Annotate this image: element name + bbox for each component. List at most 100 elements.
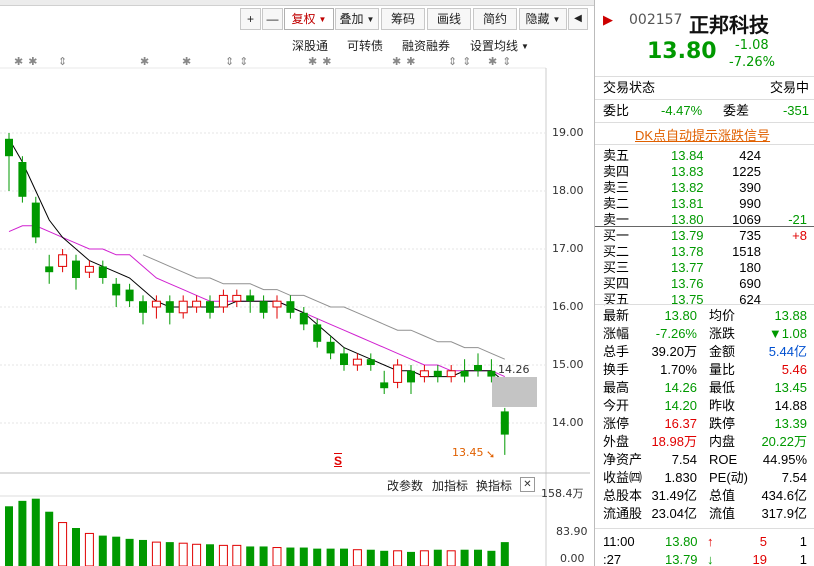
sell-order-price: 13.83 xyxy=(671,164,704,179)
candle[interactable] xyxy=(326,341,335,354)
stats-row: 外盘 18.98万 内盘 20.22万 xyxy=(601,434,809,450)
candle[interactable] xyxy=(259,301,268,313)
trading-window: { "toolbar": { "plus": "+", "minus": "—"… xyxy=(0,0,814,566)
price-axis-tick: 18.00 xyxy=(552,184,584,197)
stat-label: PE(动) xyxy=(709,470,749,485)
sell-signal-marker[interactable]: S xyxy=(334,454,342,468)
buy-order-row[interactable]: 买二 13.78 1518 xyxy=(601,244,809,260)
candle[interactable] xyxy=(165,301,174,313)
stats-row: 最新 13.80 均价 13.88 xyxy=(601,308,809,324)
candle[interactable] xyxy=(380,382,389,389)
volume-bar xyxy=(112,536,121,566)
buy-order-row[interactable]: 买一 13.79 735 +8 xyxy=(601,228,809,244)
stat-value: 13.80 xyxy=(664,308,697,323)
candle[interactable] xyxy=(84,265,94,273)
candle[interactable] xyxy=(206,301,214,313)
stat-label: 涨跌 xyxy=(709,326,736,341)
buy-order-price: 13.77 xyxy=(671,260,704,275)
weibi-row: 委比 -4.47% 委差 -351 xyxy=(601,103,809,119)
candle[interactable] xyxy=(178,300,188,314)
sell-order-row[interactable]: 卖三 13.82 390 xyxy=(601,180,809,196)
volume-bar xyxy=(460,549,469,566)
price-axis-tick: 19.00 xyxy=(552,126,584,139)
sell-order-row[interactable]: 卖四 13.83 1225 xyxy=(601,164,809,180)
stat-label: 总股本 xyxy=(603,488,643,503)
candle[interactable] xyxy=(218,294,228,308)
buy-order-row[interactable]: 买三 13.77 180 xyxy=(601,260,809,276)
candle[interactable] xyxy=(125,289,134,302)
candle[interactable] xyxy=(232,294,242,302)
candle[interactable] xyxy=(446,370,456,378)
volume-bar xyxy=(98,535,107,566)
volume-bar xyxy=(151,541,161,566)
stats-row: 流通股 23.04亿 流值 317.9亿 xyxy=(601,506,809,522)
close-icon[interactable]: ✕ xyxy=(520,477,535,492)
candle[interactable] xyxy=(393,364,403,383)
candle[interactable] xyxy=(460,370,469,377)
candle[interactable] xyxy=(419,370,429,378)
candle[interactable] xyxy=(340,353,348,365)
expand-arrow-icon[interactable]: ▶ xyxy=(603,12,613,28)
tick-time: :27 xyxy=(603,552,622,566)
stat-value: 44.95% xyxy=(762,452,807,467)
buy-order-price: 13.76 xyxy=(671,276,704,291)
sell-order-level-label: 卖四 xyxy=(603,164,630,179)
tick-direction-icon: ↓ xyxy=(707,552,714,566)
candle[interactable] xyxy=(487,370,496,377)
candle[interactable] xyxy=(352,358,362,366)
candle[interactable] xyxy=(272,300,282,308)
candle[interactable] xyxy=(31,202,40,238)
buy-order-row[interactable]: 买四 13.76 690 xyxy=(601,276,809,292)
candle[interactable] xyxy=(366,359,375,365)
tick-price: 13.79 xyxy=(665,552,698,566)
swap-indicator-button[interactable]: 换指标 xyxy=(476,477,512,494)
candle[interactable] xyxy=(433,370,442,377)
weicha-label: 委差 xyxy=(723,103,750,118)
candle[interactable] xyxy=(45,266,54,273)
tick-row: :27 13.79 ↓ 19 1 xyxy=(601,552,809,566)
buy-order-volume: 690 xyxy=(739,276,761,291)
last-price: 13.80 xyxy=(647,39,717,64)
price-axis-tick: 17.00 xyxy=(552,242,584,255)
volume-bar xyxy=(286,547,295,566)
stat-value: 7.54 xyxy=(781,470,807,485)
sell-order-row[interactable]: 卖二 13.81 990 xyxy=(601,196,809,212)
volume-bar xyxy=(487,550,496,566)
stat-label: 换手 xyxy=(603,362,630,377)
tick-count: 1 xyxy=(799,534,807,549)
candle[interactable] xyxy=(407,370,415,383)
sell-order-level-label: 卖二 xyxy=(603,196,630,211)
candle[interactable] xyxy=(58,254,68,267)
stat-value: 14.88 xyxy=(774,398,807,413)
candle[interactable] xyxy=(98,266,107,278)
candle[interactable] xyxy=(139,301,147,313)
add-indicator-button[interactable]: 加指标 xyxy=(432,477,468,494)
trade-status-label: 交易状态 xyxy=(603,80,656,95)
buy-order-row[interactable]: 买五 13.75 624 xyxy=(601,292,809,308)
candle[interactable] xyxy=(299,312,308,325)
candle[interactable] xyxy=(246,295,255,302)
candle[interactable] xyxy=(112,283,121,296)
candle[interactable] xyxy=(500,411,509,435)
candle[interactable] xyxy=(151,300,161,308)
volume-bar xyxy=(299,547,308,566)
volume-bar xyxy=(366,549,375,566)
candle[interactable] xyxy=(474,365,482,371)
candle[interactable] xyxy=(5,138,13,157)
candle[interactable] xyxy=(286,301,295,313)
volume-bar xyxy=(58,522,68,566)
volume-bar xyxy=(178,542,188,566)
change-params-button[interactable]: 改参数 xyxy=(387,477,423,494)
candle[interactable] xyxy=(18,162,27,197)
candle[interactable] xyxy=(192,300,202,308)
sell-order-row[interactable]: 卖五 13.84 424 xyxy=(601,148,809,164)
stat-value: 39.20万 xyxy=(651,344,697,359)
volume-axis-min: 0.00 xyxy=(560,552,585,565)
stat-value: 5.44亿 xyxy=(768,344,807,359)
price-axis-tick: 15.00 xyxy=(552,358,584,371)
stats-row: 总股本 31.49亿 总值 434.6亿 xyxy=(601,488,809,504)
candle[interactable] xyxy=(313,324,322,342)
candle[interactable] xyxy=(72,260,80,278)
dk-signal-link[interactable]: DK点自动提示涨跌信号 xyxy=(635,125,770,144)
buy-order-volume-change: +8 xyxy=(792,228,807,243)
